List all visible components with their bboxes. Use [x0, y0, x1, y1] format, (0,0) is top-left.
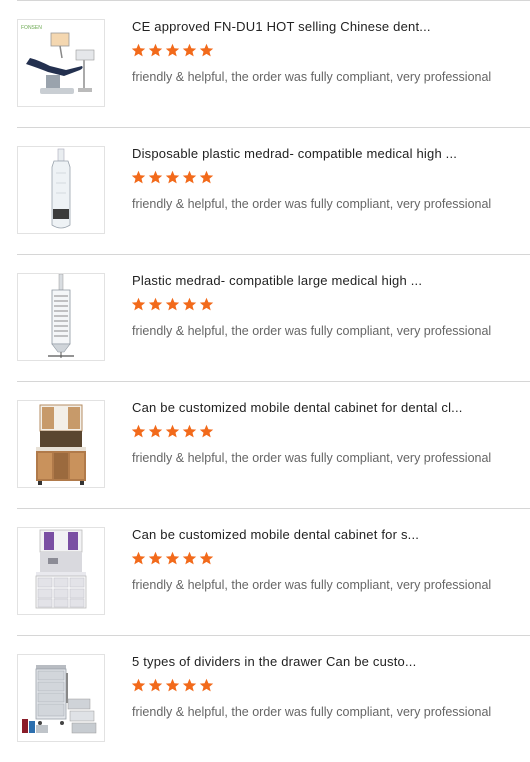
star-icon: [199, 424, 214, 439]
star-icon: [131, 424, 146, 439]
star-icon: [131, 170, 146, 185]
star-icon: [199, 170, 214, 185]
star-icon: [165, 170, 180, 185]
star-icon: [148, 43, 163, 58]
product-thumbnail[interactable]: [17, 273, 105, 361]
product-title-link[interactable]: Disposable plastic medrad- compatible me…: [132, 146, 512, 161]
dental-chair-icon: FONSEN: [18, 20, 104, 106]
review-comment: friendly & helpful, the order was fully …: [132, 197, 492, 211]
star-icon: [165, 678, 180, 693]
star-icon: [131, 43, 146, 58]
star-icon: [199, 551, 214, 566]
product-title-link[interactable]: Plastic medrad- compatible large medical…: [132, 273, 512, 288]
review-item: Plastic medrad- compatible large medical…: [0, 254, 530, 382]
product-thumbnail[interactable]: [17, 654, 105, 742]
svg-text:FONSEN: FONSEN: [21, 25, 42, 31]
product-title-link[interactable]: Can be customized mobile dental cabinet …: [132, 400, 512, 415]
star-icon: [182, 424, 197, 439]
star-icon: [148, 424, 163, 439]
product-thumbnail[interactable]: [17, 527, 105, 615]
review-item: Can be customized mobile dental cabinet …: [0, 508, 530, 636]
star-icon: [182, 551, 197, 566]
product-thumbnail[interactable]: FONSEN: [17, 19, 105, 107]
star-icon: [148, 678, 163, 693]
syringe-icon: [18, 147, 104, 233]
star-icon: [148, 297, 163, 312]
star-icon: [148, 551, 163, 566]
review-comment: friendly & helpful, the order was fully …: [132, 578, 492, 592]
product-title-link[interactable]: CE approved FN-DU1 HOT selling Chinese d…: [132, 19, 512, 34]
star-icon: [131, 297, 146, 312]
syringe-icon: [18, 274, 104, 360]
star-icon: [165, 43, 180, 58]
review-comment: friendly & helpful, the order was fully …: [132, 451, 492, 465]
wood-cabinet-icon: [18, 401, 104, 487]
star-icon: [199, 678, 214, 693]
review-comment: friendly & helpful, the order was fully …: [132, 324, 492, 338]
star-icon: [165, 424, 180, 439]
review-comment: friendly & helpful, the order was fully …: [132, 705, 492, 719]
star-rating: [131, 297, 214, 315]
star-icon: [165, 297, 180, 312]
star-icon: [182, 43, 197, 58]
star-rating: [131, 551, 214, 569]
star-icon: [131, 678, 146, 693]
review-item: Can be customized mobile dental cabinet …: [0, 381, 530, 509]
review-comment: friendly & helpful, the order was fully …: [132, 70, 492, 84]
star-rating: [131, 170, 214, 188]
star-icon: [182, 678, 197, 693]
star-icon: [199, 43, 214, 58]
product-thumbnail[interactable]: [17, 146, 105, 234]
star-rating: [131, 424, 214, 442]
star-rating: [131, 678, 214, 696]
product-title-link[interactable]: Can be customized mobile dental cabinet …: [132, 527, 512, 542]
star-icon: [199, 297, 214, 312]
product-title-link[interactable]: 5 types of dividers in the drawer Can be…: [132, 654, 512, 669]
drawer-trolley-icon: [18, 655, 104, 741]
review-item: 5 types of dividers in the drawer Can be…: [0, 635, 530, 762]
star-icon: [165, 551, 180, 566]
star-icon: [182, 170, 197, 185]
star-rating: [131, 43, 214, 61]
review-item: FONSEN CE approved FN-DU1 HOT selling Ch…: [0, 0, 530, 128]
star-icon: [131, 551, 146, 566]
white-cabinet-icon: [18, 528, 104, 614]
review-item: Disposable plastic medrad- compatible me…: [0, 127, 530, 255]
product-thumbnail[interactable]: [17, 400, 105, 488]
star-icon: [182, 297, 197, 312]
star-icon: [148, 170, 163, 185]
